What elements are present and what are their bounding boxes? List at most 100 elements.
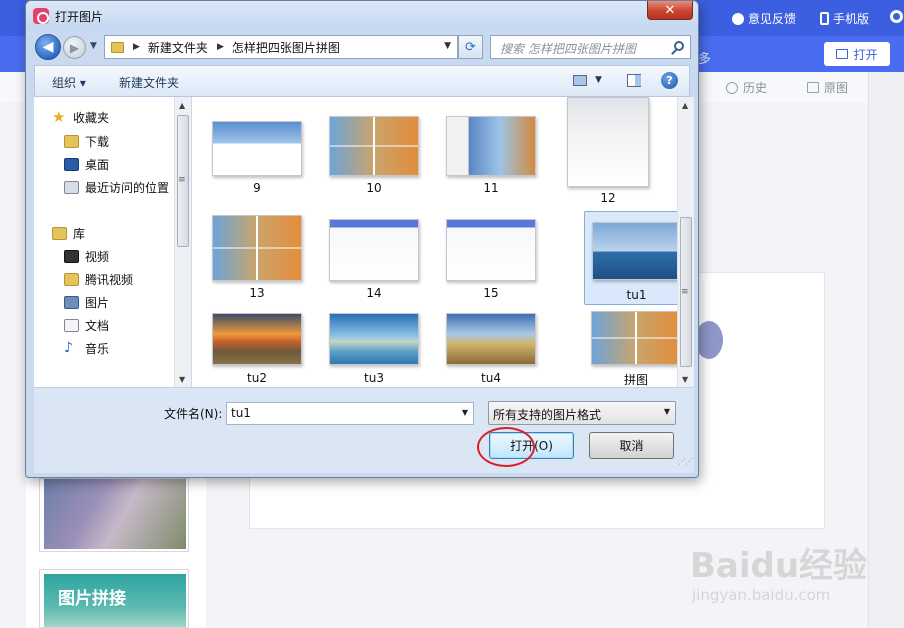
file-type-value: 所有支持的图片格式: [493, 408, 602, 422]
nav-item-tencent-video[interactable]: 腾讯视频: [64, 271, 133, 288]
highlight-circle: [477, 427, 535, 467]
scroll-down-icon[interactable]: ▼: [682, 375, 688, 384]
watermark-brand: Baidu经验: [690, 546, 868, 586]
organize-menu[interactable]: 组织 ▾: [52, 74, 86, 91]
nav-label: 下载: [85, 135, 110, 149]
preview-pane-icon[interactable]: [627, 74, 641, 87]
settings-button[interactable]: [890, 10, 903, 23]
chevron-down-icon[interactable]: ▼: [444, 41, 451, 51]
app-open-label: 打开: [853, 47, 878, 62]
scroll-down-icon[interactable]: ▼: [179, 375, 185, 384]
original-image-button[interactable]: 原图: [807, 79, 848, 96]
close-button[interactable]: ✕: [647, 1, 693, 20]
filename-input[interactable]: tu1 ▼: [226, 402, 474, 425]
file-item[interactable]: 14: [322, 211, 426, 301]
breadcrumb-item[interactable]: 新建文件夹: [148, 39, 208, 56]
mobile-label: 手机版: [833, 12, 870, 26]
resize-grip-icon[interactable]: ⋰⋰: [678, 457, 693, 466]
chat-bubble-icon: [732, 12, 744, 25]
file-item-selected[interactable]: tu1: [584, 211, 677, 305]
nav-label: 库: [73, 227, 86, 241]
more-tab[interactable]: 多: [698, 48, 711, 67]
scroll-up-icon[interactable]: ▲: [682, 101, 688, 110]
file-item[interactable]: 15: [439, 211, 543, 301]
nav-item-pictures[interactable]: 图片: [64, 294, 109, 311]
file-name: 12: [600, 191, 616, 205]
file-item[interactable]: tu4: [439, 307, 543, 387]
file-item[interactable]: 11: [439, 111, 543, 201]
forward-button[interactable]: ▶: [63, 36, 86, 59]
file-name: 14: [366, 286, 382, 300]
dialog-title: 打开图片: [55, 10, 104, 24]
address-bar[interactable]: ▶ 新建文件夹 ▶ 怎样把四张图片拼图 ▼: [104, 35, 458, 59]
file-item[interactable]: 拼图: [584, 307, 677, 387]
nav-label: 收藏夹: [73, 111, 110, 125]
nav-item-documents[interactable]: 文档: [64, 317, 109, 334]
nav-libraries[interactable]: 库: [52, 225, 85, 242]
mobile-version-link[interactable]: 手机版: [820, 10, 869, 27]
chevron-down-icon[interactable]: ▼: [595, 75, 602, 85]
file-name: tu4: [481, 371, 501, 385]
folder-icon: [64, 273, 79, 286]
file-item[interactable]: tu3: [322, 307, 426, 387]
file-thumbnail: [591, 222, 677, 280]
feedback-link[interactable]: 意见反馈: [732, 10, 796, 27]
chevron-right-icon[interactable]: ▶: [217, 42, 224, 52]
back-button[interactable]: ◀: [35, 34, 61, 60]
app-open-button[interactable]: 打开: [824, 42, 890, 66]
right-strip: [868, 72, 904, 628]
cancel-button[interactable]: 取消: [589, 432, 674, 459]
search-icon[interactable]: [674, 41, 684, 51]
chevron-down-icon[interactable]: ▼: [462, 408, 468, 417]
chevron-right-icon[interactable]: ▶: [133, 42, 140, 52]
recent-places-icon: [64, 181, 79, 194]
nav-item-recent[interactable]: 最近访问的位置: [64, 179, 169, 196]
nav-favorites[interactable]: ★ 收藏夹: [52, 109, 109, 126]
file-thumbnail: [446, 116, 536, 176]
breadcrumb-item[interactable]: 怎样把四张图片拼图: [232, 39, 340, 56]
dialog-titlebar[interactable]: 打开图片 ✕: [26, 1, 698, 31]
nav-label: 音乐: [85, 342, 110, 356]
nav-label: 视频: [85, 250, 110, 264]
file-thumbnail: [329, 116, 419, 176]
file-item[interactable]: tu2: [205, 307, 309, 387]
nav-label: 桌面: [85, 158, 110, 172]
collage-template-card[interactable]: 图片拼接: [39, 569, 189, 628]
phone-icon: [820, 12, 829, 25]
history-dropdown-icon[interactable]: ▼: [90, 41, 97, 51]
nav-scrollbar[interactable]: ▲ ≡ ▼: [174, 97, 191, 387]
file-thumbnail: [212, 215, 302, 281]
nav-item-desktop[interactable]: 桌面: [64, 156, 109, 173]
gear-icon: [890, 10, 903, 23]
history-button[interactable]: 历史: [726, 79, 767, 96]
help-icon[interactable]: ?: [661, 72, 678, 89]
scroll-up-icon[interactable]: ▲: [179, 101, 185, 110]
new-folder-button[interactable]: 新建文件夹: [119, 74, 179, 91]
file-list: 9 10 11 12 13 14 15 tu1 tu2 tu3 tu4 拼图: [192, 97, 677, 387]
file-scrollbar[interactable]: ▲ ≡ ▼: [677, 97, 694, 387]
chevron-down-icon[interactable]: ▼: [664, 407, 670, 416]
file-item[interactable]: 10: [322, 111, 426, 201]
file-name: 拼图: [623, 373, 648, 387]
file-thumbnail: [446, 313, 536, 365]
file-name: 15: [483, 286, 499, 300]
nav-item-downloads[interactable]: 下载: [64, 133, 109, 150]
search-input[interactable]: 搜索 怎样把四张图片拼图: [490, 35, 691, 59]
nav-item-music[interactable]: ♪ 音乐: [64, 340, 109, 357]
clock-icon: [726, 81, 738, 94]
image-icon: [807, 82, 819, 93]
file-item[interactable]: 9: [205, 111, 309, 201]
file-type-select[interactable]: 所有支持的图片格式 ▼: [488, 401, 676, 425]
nav-item-videos[interactable]: 视频: [64, 248, 109, 265]
file-name: 11: [483, 181, 499, 195]
file-item[interactable]: 13: [205, 211, 309, 301]
image-icon: [836, 49, 849, 59]
template-card[interactable]: [39, 478, 189, 552]
documents-library-icon: [64, 319, 79, 332]
file-name: tu3: [364, 371, 384, 385]
view-mode-icon[interactable]: [573, 75, 587, 86]
refresh-button[interactable]: ⟳: [458, 35, 483, 59]
file-item[interactable]: 12: [556, 97, 660, 205]
file-thumbnail: [446, 219, 536, 281]
original-label: 原图: [824, 81, 849, 95]
